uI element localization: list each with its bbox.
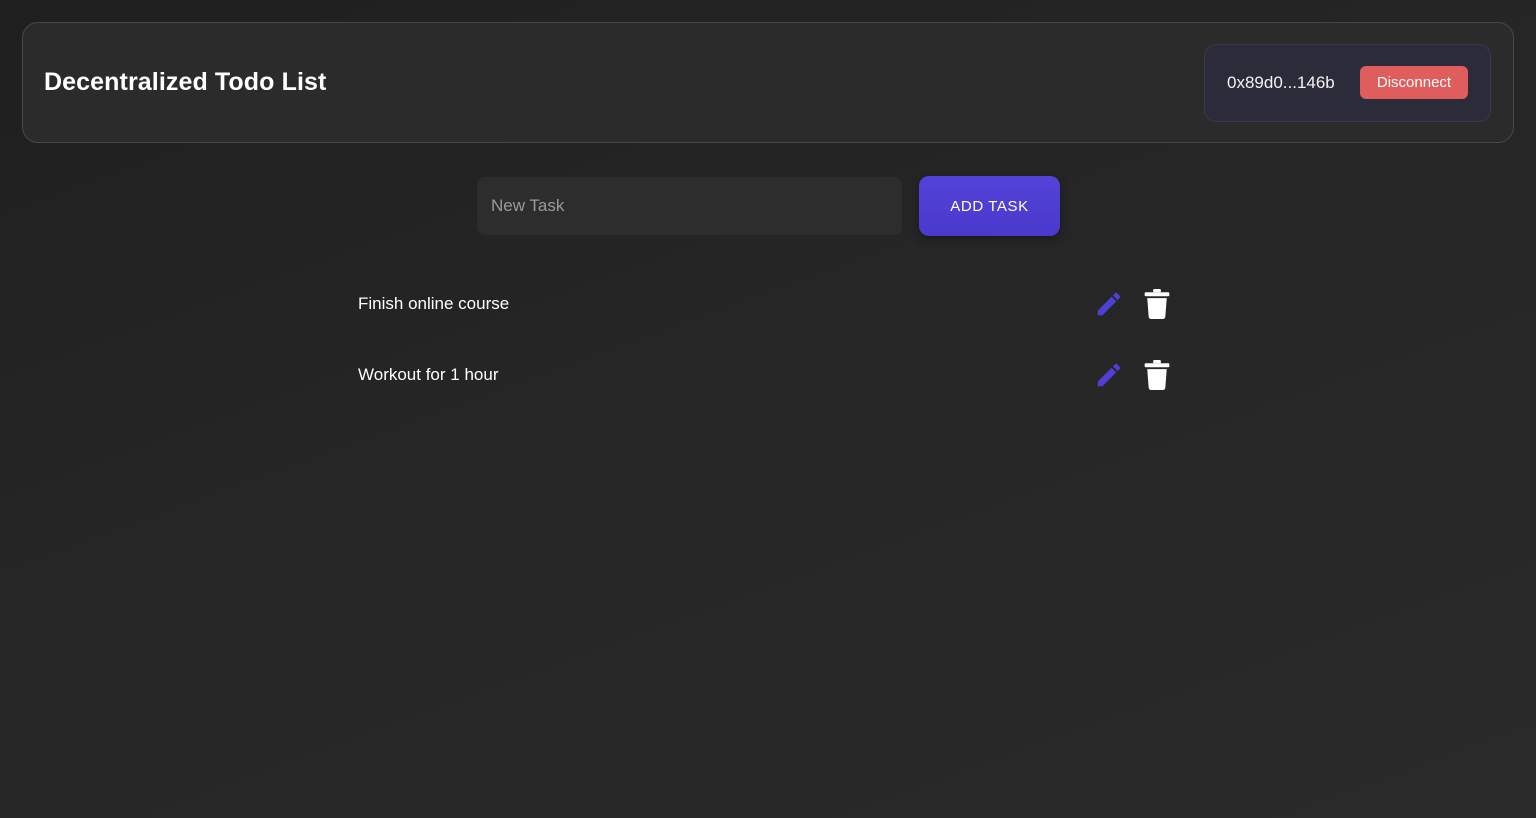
wallet-panel: 0x89d0...146b Disconnect	[1204, 43, 1491, 122]
new-task-input[interactable]	[477, 177, 902, 235]
trash-icon[interactable]	[1142, 287, 1172, 321]
add-task-button[interactable]: ADD TASK	[919, 176, 1060, 236]
app-header: Decentralized Todo List 0x89d0...146b Di…	[22, 22, 1514, 143]
task-actions	[1094, 287, 1176, 321]
wallet-address: 0x89d0...146b	[1227, 72, 1335, 92]
task-actions	[1094, 358, 1176, 392]
task-item: Finish online course	[358, 268, 1176, 339]
task-item: Workout for 1 hour	[358, 339, 1176, 410]
task-text: Finish online course	[358, 293, 510, 313]
task-list: Finish online course Workout for 1 hour	[358, 268, 1176, 410]
trash-icon[interactable]	[1142, 358, 1172, 392]
page-title: Decentralized Todo List	[44, 68, 327, 96]
task-text: Workout for 1 hour	[358, 364, 499, 384]
disconnect-button[interactable]: Disconnect	[1360, 66, 1468, 99]
edit-icon[interactable]	[1094, 287, 1124, 321]
edit-icon[interactable]	[1094, 358, 1124, 392]
